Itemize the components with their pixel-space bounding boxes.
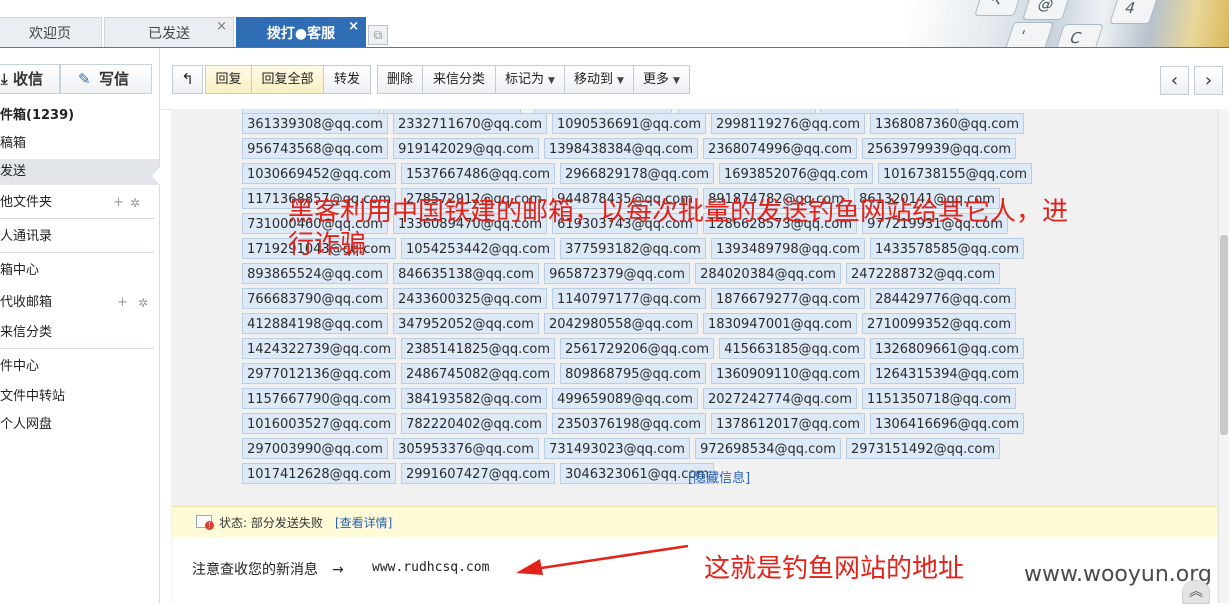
arrow-line bbox=[527, 544, 689, 572]
arrow-head bbox=[516, 559, 543, 575]
watermark: www.wooyun.org bbox=[1024, 562, 1212, 587]
annotation-arrow bbox=[516, 544, 689, 575]
chevron-up-icon: ︽ bbox=[1189, 584, 1203, 600]
scroll-to-top-button[interactable]: ︽ bbox=[1182, 580, 1210, 604]
